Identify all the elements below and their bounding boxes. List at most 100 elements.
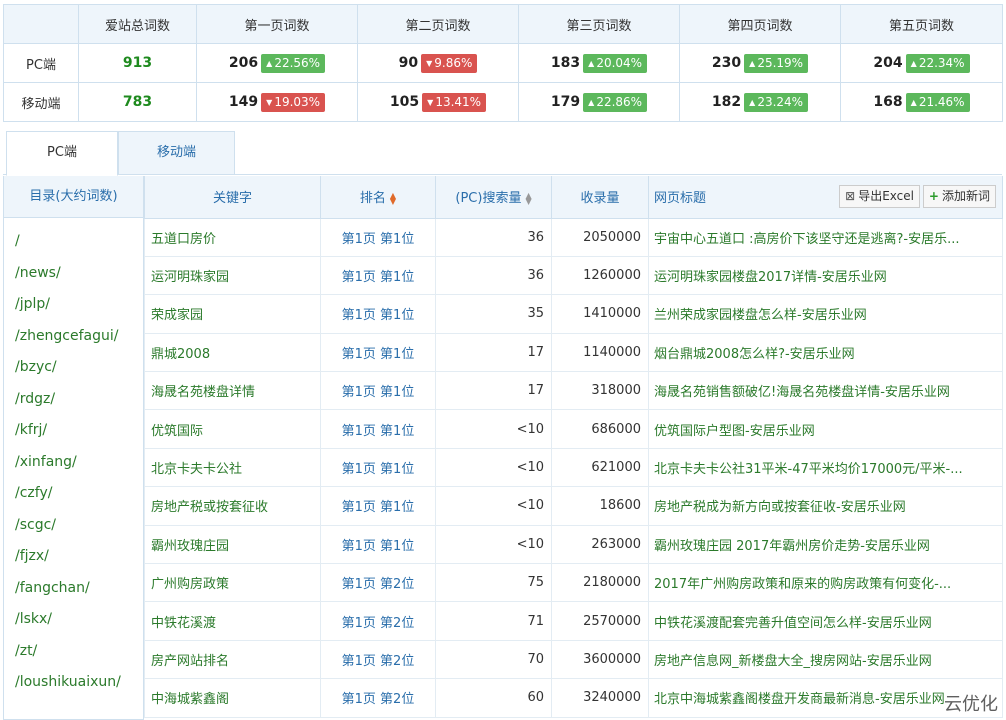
directory-item[interactable]: /xinfang/ [4, 447, 143, 479]
change-percent: 25.19% [757, 55, 804, 70]
indexed-count-cell: 3600000 [551, 639, 649, 680]
keyword-link[interactable]: 北京卡夫卡公社 [144, 447, 321, 488]
keyword-link[interactable]: 鼎城2008 [144, 332, 321, 373]
keyword-link[interactable]: 中海城紫鑫阁 [144, 678, 321, 718]
summary-page-cell: 206 ▲ 22.56% [196, 43, 358, 83]
arrow-down-icon: ▼ [427, 97, 434, 107]
indexed-column-header: 收录量 [551, 176, 649, 219]
indexed-count-cell: 621000 [551, 447, 649, 488]
directory-item[interactable]: /bzyc/ [4, 352, 143, 384]
page-word-count: 105 [389, 93, 420, 110]
add-keyword-button[interactable]: + 添加新词 [922, 185, 996, 208]
keyword-link[interactable]: 荣成家园 [144, 294, 321, 334]
search-volume-cell: 71 [435, 601, 552, 641]
rank-cell: 第1页 第2位 [320, 678, 436, 718]
page-title-link[interactable]: 房地产税成为新方向或按套征收-安居乐业网 [648, 486, 1003, 526]
directory-item[interactable]: /fjzx/ [4, 541, 143, 573]
arrow-down-icon: ▼ [426, 58, 433, 68]
directory-item[interactable]: /loushikuaixun/ [4, 667, 143, 699]
change-badge: ▲ 25.19% [744, 53, 809, 73]
page-title-link[interactable]: 宇宙中心五道口 :高房价下该坚守还是逃离?-安居乐... [648, 217, 1003, 257]
page-word-count: 149 [228, 93, 259, 110]
keyword-link[interactable]: 房产网站排名 [144, 639, 321, 680]
page-title-link[interactable]: 海晟名苑销售额破亿!海晟名苑楼盘详情-安居乐业网 [648, 371, 1003, 411]
summary-row-label: PC端 [3, 43, 79, 83]
keyword-link[interactable]: 中铁花溪渡 [144, 601, 321, 641]
plus-icon: + [928, 189, 939, 203]
keyword-link[interactable]: 房地产税或按套征收 [144, 486, 321, 526]
page-title-link[interactable]: 兰州荣成家园楼盘怎么样-安居乐业网 [648, 294, 1003, 334]
title-header-label: 网页标题 [654, 191, 707, 207]
directory-item[interactable]: /czfy/ [4, 478, 143, 510]
summary-table: 爱站总词数 第一页词数 第二页词数 第三页词数 第四页词数 第五页词数 PC端 9… [3, 4, 1003, 122]
indexed-count-cell: 1410000 [551, 294, 649, 334]
tab-pc[interactable]: PC端 [6, 131, 118, 176]
search-volume-cell: 60 [435, 678, 552, 718]
page-title-link[interactable]: 2017年广州购房政策和原来的购房政策有何变化-... [648, 563, 1003, 603]
directory-item[interactable]: /fangchan/ [4, 573, 143, 605]
summary-header-total: 爱站总词数 [78, 4, 197, 44]
directory-item[interactable]: /zhengcefagui/ [4, 321, 143, 353]
directory-item[interactable]: /rdgz/ [4, 384, 143, 416]
directory-item[interactable]: /lskx/ [4, 604, 143, 636]
summary-header-page3: 第三页词数 [518, 4, 680, 44]
table-row: 海晟名苑楼盘详情 第1页 第1位 17 318000 海晟名苑销售额破亿!海晟名苑楼盘详… [144, 371, 1003, 411]
arrow-up-icon: ▲ [910, 97, 917, 107]
page-title-link[interactable]: 运河明珠家园楼盘2017详情-安居乐业网 [648, 255, 1003, 296]
arrow-up-icon: ▲ [588, 97, 595, 107]
rank-cell: 第1页 第1位 [320, 524, 436, 565]
arrow-down-icon: ▼ [266, 97, 273, 107]
directory-item[interactable]: /news/ [4, 258, 143, 290]
page-title-link[interactable]: 中铁花溪渡配套完善升值空间怎么样-安居乐业网 [648, 601, 1003, 641]
page-title-link[interactable]: 优筑国际户型图-安居乐业网 [648, 409, 1003, 449]
summary-total: 783 [78, 82, 197, 122]
page-title-link[interactable]: 霸州玫瑰庄园 2017年霸州房价走势-安居乐业网 [648, 524, 1003, 565]
table-row: 北京卡夫卡公社 第1页 第1位 <10 621000 北京卡夫卡公社31平米-47平米均… [144, 447, 1003, 488]
rank-cell: 第1页 第1位 [320, 447, 436, 488]
change-percent: 21.46% [918, 94, 965, 109]
table-row: 五道口房价 第1页 第1位 36 2050000 宇宙中心五道口 :高房价下该坚守还是逃… [144, 217, 1003, 257]
summary-header-page5: 第五页词数 [840, 4, 1003, 44]
keyword-link[interactable]: 优筑国际 [144, 409, 321, 449]
keyword-link[interactable]: 霸州玫瑰庄园 [144, 524, 321, 565]
keyword-link[interactable]: 运河明珠家园 [144, 255, 321, 296]
table-row: 荣成家园 第1页 第1位 35 1410000 兰州荣成家园楼盘怎么样-安居乐业网 [144, 294, 1003, 334]
change-badge: ▲ 22.56% [261, 53, 326, 73]
indexed-count-cell: 2180000 [551, 563, 649, 603]
page-title-link[interactable]: 北京卡夫卡公社31平米-47平米均价17000元/平米-... [648, 447, 1003, 488]
page-title-link[interactable]: 烟台鼎城2008怎么样?-安居乐业网 [648, 332, 1003, 373]
keyword-column-header: 关键字 [144, 176, 321, 219]
rank-cell: 第1页 第1位 [320, 255, 436, 296]
summary-page-cell: 230 ▲ 25.19% [679, 43, 841, 83]
directory-item[interactable]: /jplp/ [4, 289, 143, 321]
change-percent: 22.34% [918, 55, 965, 70]
keyword-header-label: 关键字 [212, 191, 252, 207]
volume-column-header[interactable]: (PC)搜索量 ▲ ▼ [435, 176, 552, 219]
search-volume-cell: <10 [435, 409, 552, 449]
keyword-link[interactable]: 海晟名苑楼盘详情 [144, 371, 321, 411]
search-volume-cell: 70 [435, 639, 552, 680]
directory-item[interactable]: /scgc/ [4, 510, 143, 542]
change-badge: ▲ 23.24% [744, 92, 809, 112]
search-volume-cell: 36 [435, 255, 552, 296]
directory-item[interactable]: /zt/ [4, 636, 143, 668]
rank-cell: 第1页 第1位 [320, 486, 436, 526]
sort-icon: ▲ ▼ [389, 190, 397, 206]
summary-row: PC端 913 206 ▲ 22.56% 90 ▼ 9.86% 183 ▲ 20.04% 230 ▲ 25… [3, 43, 1003, 83]
tab-mobile[interactable]: 移动端 [118, 131, 235, 175]
keyword-link[interactable]: 五道口房价 [144, 217, 321, 257]
change-badge: ▲ 22.34% [905, 53, 970, 73]
change-percent: 22.86% [596, 94, 643, 109]
directory-item[interactable]: /kfrj/ [4, 415, 143, 447]
rank-header-label: 排名 [359, 191, 386, 207]
export-excel-button[interactable]: ⊠ 导出Excel [839, 185, 920, 208]
change-badge: ▼ 9.86% [421, 53, 478, 73]
sort-icon: ▲ ▼ [525, 190, 532, 206]
volume-header-label: (PC)搜索量 [455, 191, 522, 207]
arrow-up-icon: ▲ [588, 58, 595, 68]
page-title-link[interactable]: 房地产信息网_新楼盘大全_搜房网站-安居乐业网 [648, 639, 1003, 680]
directory-item[interactable]: / [4, 226, 143, 258]
change-percent: 13.41% [435, 94, 482, 109]
rank-column-header[interactable]: 排名 ▲ ▼ [320, 176, 436, 219]
keyword-link[interactable]: 广州购房政策 [144, 563, 321, 603]
